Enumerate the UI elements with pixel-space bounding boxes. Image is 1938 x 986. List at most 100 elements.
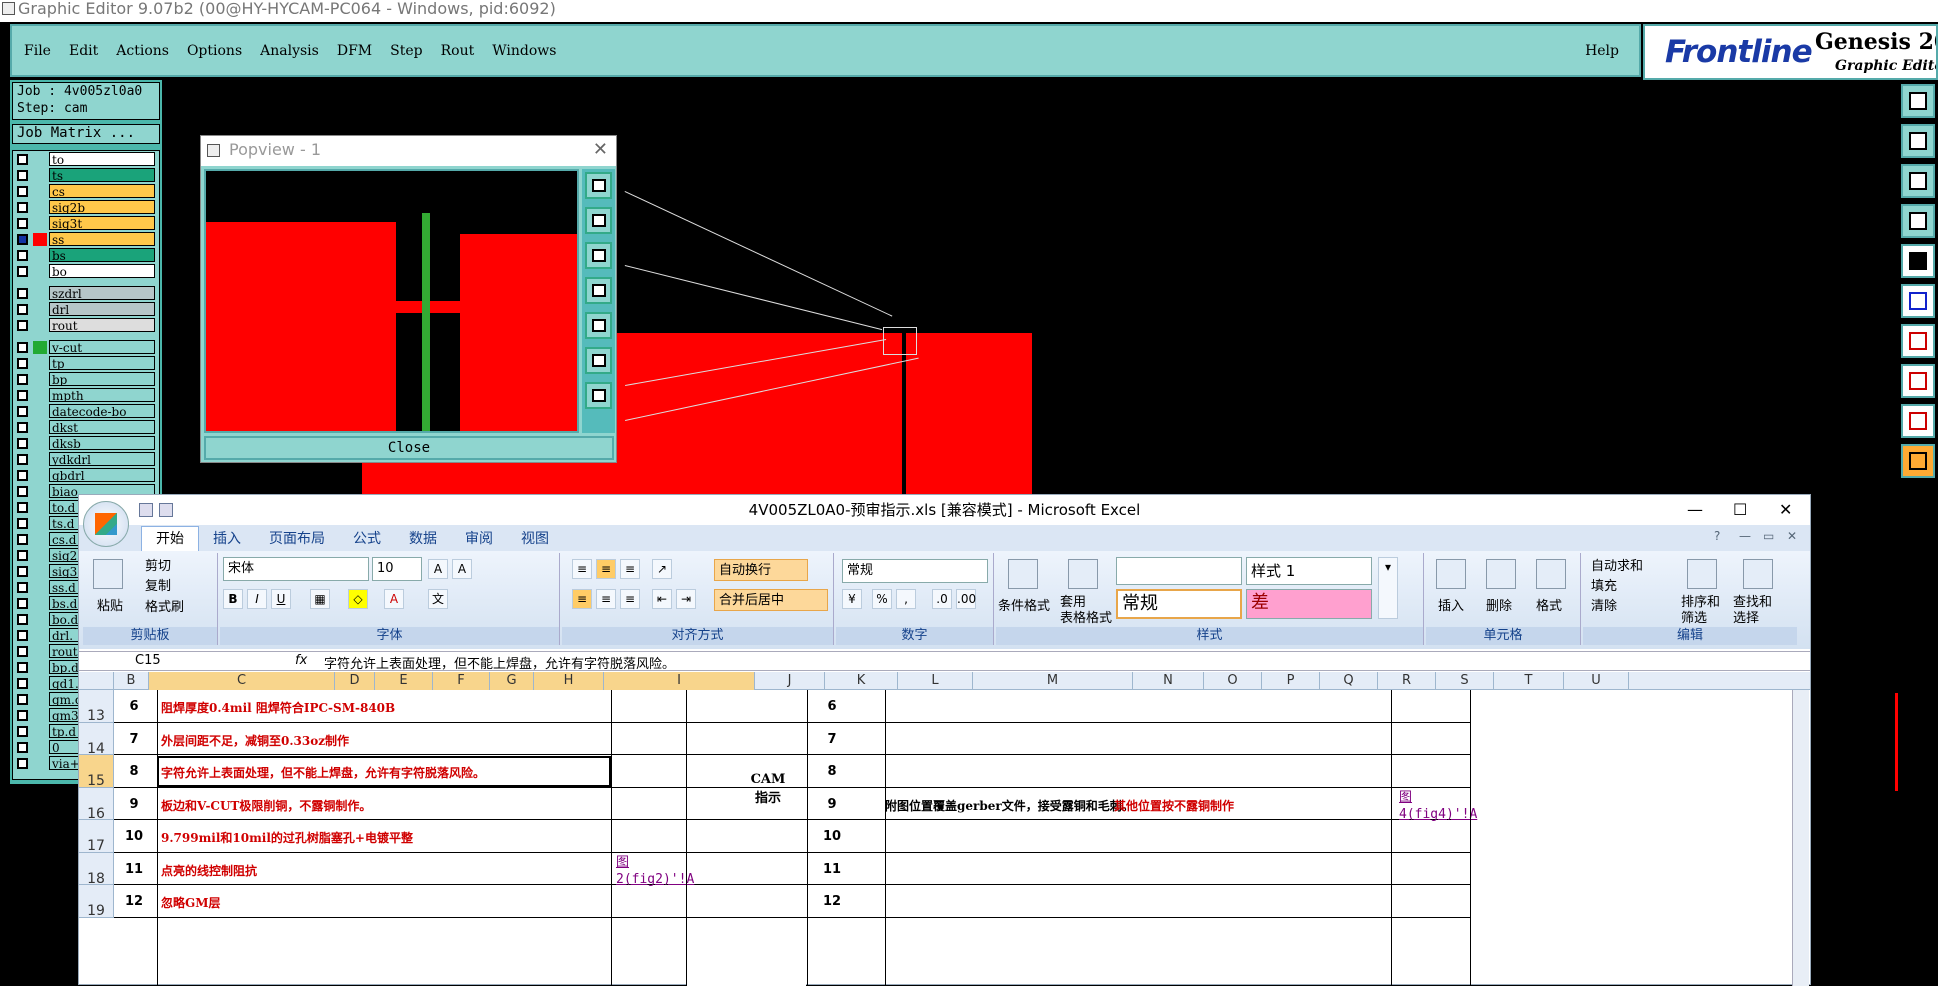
layer-row[interactable]: datecode-bo — [13, 403, 159, 419]
column-header-p[interactable]: P — [1262, 672, 1320, 690]
table-format-button[interactable]: 套用 表格格式 — [1060, 595, 1112, 627]
layer-name[interactable]: ts — [49, 168, 155, 182]
layer-name[interactable]: bs — [49, 248, 155, 262]
style-cell-bad[interactable]: 差 — [1246, 589, 1372, 619]
popview-titlebar[interactable]: Popview - 1 ✕ — [201, 136, 616, 166]
excel-titlebar[interactable]: 4V005ZL0A0-预审指示.xls [兼容模式] - Microsoft E… — [79, 495, 1810, 525]
layer-checkbox[interactable] — [17, 186, 28, 197]
decrease-decimal-icon[interactable]: .00 — [956, 589, 976, 609]
layer-name[interactable]: mpth — [49, 388, 155, 402]
toolbar-button[interactable] — [1901, 364, 1935, 398]
shrink-font-icon[interactable]: A — [452, 559, 472, 579]
row-header[interactable]: 15 — [79, 755, 114, 789]
layer-checkbox[interactable] — [17, 502, 28, 513]
layer-name[interactable]: to — [49, 152, 155, 166]
layer-row[interactable]: cs — [13, 183, 159, 199]
row-header[interactable]: 19 — [79, 885, 114, 919]
copy-button[interactable]: 复制 — [145, 575, 171, 594]
insert-cells-button[interactable]: 插入 — [1438, 595, 1464, 614]
format-cells-button[interactable]: 格式 — [1536, 595, 1562, 614]
toolbar-button[interactable] — [1901, 244, 1935, 278]
save-icon[interactable] — [139, 503, 153, 517]
layer-name[interactable]: drl — [49, 302, 155, 316]
layer-checkbox[interactable] — [17, 582, 28, 593]
layer-name[interactable]: sig2b — [49, 200, 155, 214]
layer-checkbox[interactable] — [17, 170, 28, 181]
cam-item-number[interactable]: 6 — [807, 699, 857, 714]
layer-checkbox[interactable] — [17, 758, 28, 769]
layer-checkbox[interactable] — [17, 534, 28, 545]
format-painter-button[interactable]: 格式刷 — [145, 596, 184, 615]
select-all-corner[interactable] — [79, 672, 114, 690]
layer-name[interactable]: gbdrl — [49, 468, 155, 482]
toolbar-button[interactable] — [1901, 444, 1935, 478]
instruction-text[interactable]: 忽略GM层 — [161, 894, 611, 911]
phonetic-icon[interactable]: 文 — [428, 589, 448, 609]
item-number[interactable]: 8 — [114, 764, 154, 779]
layer-checkbox[interactable] — [17, 470, 28, 481]
orientation-icon[interactable]: ↗ — [652, 559, 672, 579]
grow-font-icon[interactable]: A — [428, 559, 448, 579]
font-color-icon[interactable]: A — [384, 589, 404, 609]
comma-icon[interactable]: , — [896, 589, 916, 609]
style-cell-blank[interactable] — [1116, 557, 1242, 585]
layer-name[interactable]: rout — [49, 318, 155, 332]
column-header-q[interactable]: Q — [1320, 672, 1378, 690]
find-select-button[interactable]: 查找和 选择 — [1733, 595, 1772, 627]
cam-item-number[interactable]: 10 — [807, 829, 857, 844]
layer-name[interactable]: szdrl — [49, 286, 155, 300]
minimize-icon[interactable]: — — [1687, 495, 1703, 525]
conditional-format-button[interactable]: 条件格式 — [998, 595, 1050, 614]
toolbar-button[interactable] — [1901, 404, 1935, 438]
layer-checkbox[interactable] — [17, 288, 28, 299]
font-size-select[interactable]: 10 — [372, 557, 422, 581]
layer-checkbox[interactable] — [17, 422, 28, 433]
layer-name[interactable]: sig3t — [49, 216, 155, 230]
cam-item-number[interactable]: 8 — [807, 764, 857, 779]
column-header-n[interactable]: N — [1133, 672, 1204, 690]
item-number[interactable]: 11 — [114, 862, 154, 877]
tab-review[interactable]: 审阅 — [451, 527, 507, 551]
align-right-icon[interactable]: ≡ — [620, 589, 640, 609]
column-header-d[interactable]: D — [335, 672, 375, 690]
job-matrix-button[interactable]: Job Matrix ... — [12, 124, 160, 144]
layer-checkbox[interactable] — [17, 320, 28, 331]
align-bottom-icon[interactable]: ≡ — [620, 559, 640, 579]
fx-icon[interactable]: fx — [295, 653, 307, 668]
layer-row[interactable]: dksb — [13, 435, 159, 451]
layer-checkbox[interactable] — [17, 742, 28, 753]
office-button[interactable] — [83, 501, 129, 547]
column-header-k[interactable]: K — [825, 672, 898, 690]
layer-checkbox[interactable] — [17, 726, 28, 737]
decrease-indent-icon[interactable]: ⇤ — [652, 589, 672, 609]
column-header-c[interactable]: C — [149, 672, 335, 690]
increase-indent-icon[interactable]: ⇥ — [676, 589, 696, 609]
layer-row[interactable]: tp — [13, 355, 159, 371]
layer-name[interactable]: dksb — [49, 436, 155, 450]
layer-row[interactable]: ss — [13, 231, 159, 247]
align-middle-icon[interactable]: ≡ — [596, 559, 616, 579]
layer-name[interactable]: bo — [49, 264, 155, 278]
layer-row[interactable]: ydkdrl — [13, 451, 159, 467]
cam-item-number[interactable]: 9 — [807, 797, 857, 812]
cam-item-number[interactable]: 11 — [807, 862, 857, 877]
layer-row[interactable]: sig3t — [13, 215, 159, 231]
row-header[interactable]: 14 — [79, 722, 114, 757]
layer-checkbox[interactable] — [17, 202, 28, 213]
fill-color-icon[interactable]: ◇ — [348, 589, 368, 609]
paste-button[interactable]: 粘贴 — [97, 595, 123, 614]
layer-name[interactable]: datecode-bo — [49, 404, 155, 418]
column-header-i[interactable]: I — [604, 672, 755, 690]
underline-button[interactable]: U — [271, 589, 291, 609]
popview-tool-button[interactable] — [585, 312, 612, 339]
align-top-icon[interactable]: ≡ — [572, 559, 592, 579]
layer-checkbox[interactable] — [17, 390, 28, 401]
italic-button[interactable]: I — [247, 589, 267, 609]
cut-button[interactable]: 剪切 — [145, 555, 171, 574]
layer-name[interactable]: ydkdrl — [49, 452, 155, 466]
layer-name[interactable]: cs — [49, 184, 155, 198]
new-icon[interactable] — [159, 503, 173, 517]
layer-name[interactable]: bp — [49, 372, 155, 386]
layer-checkbox[interactable] — [17, 358, 28, 369]
delete-cells-button[interactable]: 删除 — [1486, 595, 1512, 614]
